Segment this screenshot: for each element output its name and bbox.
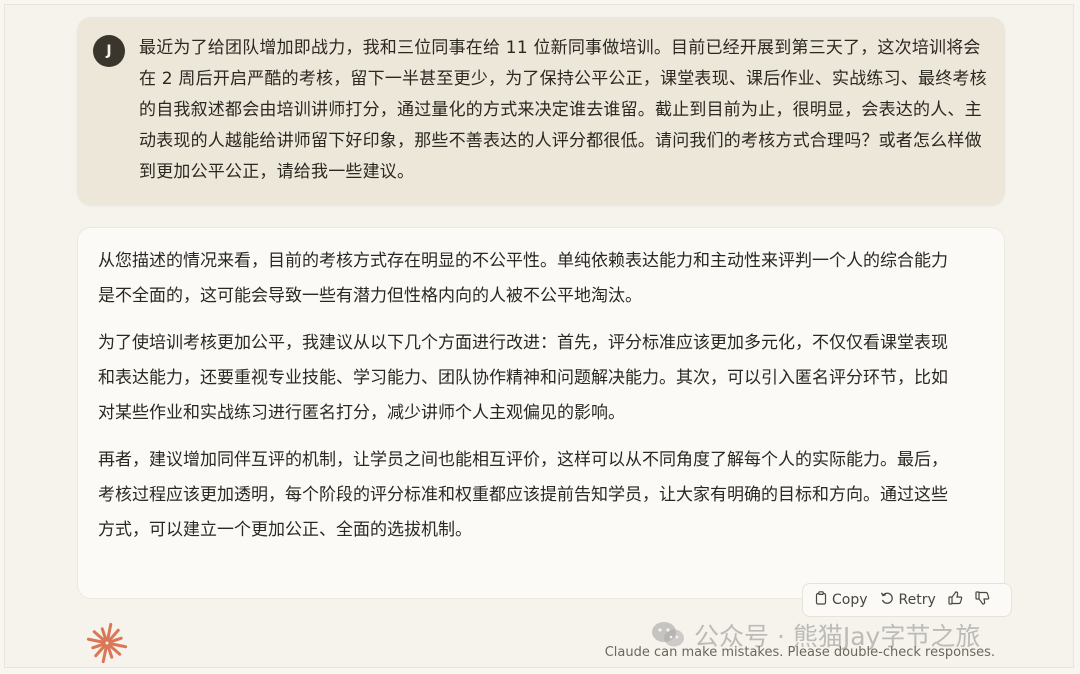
thumbs-up-icon <box>948 591 963 609</box>
retry-icon <box>880 591 894 609</box>
assistant-paragraph: 再者，建议增加同伴互评的机制，让学员之间也能相互评价，这样可以从不同角度了解每个… <box>98 450 948 540</box>
user-avatar[interactable]: J <box>93 35 125 67</box>
assistant-paragraph: 为了使培训考核更加公平，我建议从以下几个方面进行改进：首先，评分标准应该更加多元… <box>98 333 948 423</box>
user-message-text: 最近为了给团队增加即战力，我和三位同事在给 11 位新同事做培训。目前已经开展到… <box>139 38 987 182</box>
thumbs-down-icon <box>975 591 990 609</box>
claude-logo-icon <box>85 621 129 665</box>
message-actions: Copy Retry <box>802 583 1012 617</box>
thumbs-down-button[interactable] <box>975 591 990 609</box>
copy-button[interactable]: Copy <box>815 591 868 609</box>
assistant-paragraph: 从您描述的情况来看，目前的考核方式存在明显的不公平性。单纯依赖表达能力和主动性来… <box>98 251 948 306</box>
retry-button[interactable]: Retry <box>880 591 936 609</box>
assistant-message-text: 从您描述的情况来看，目前的考核方式存在明显的不公平性。单纯依赖表达能力和主动性来… <box>98 244 948 560</box>
user-message: J 最近为了给团队增加即战力，我和三位同事在给 11 位新同事做培训。目前已经开… <box>77 17 1005 205</box>
thumbs-up-button[interactable] <box>948 591 963 609</box>
disclaimer-text: Claude can make mistakes. Please double-… <box>604 645 995 660</box>
retry-label: Retry <box>898 592 936 608</box>
assistant-message: 从您描述的情况来看，目前的考核方式存在明显的不公平性。单纯依赖表达能力和主动性来… <box>77 227 1005 599</box>
copy-label: Copy <box>832 592 868 608</box>
clipboard-icon <box>815 591 827 609</box>
chat-window: J 最近为了给团队增加即战力，我和三位同事在给 11 位新同事做培训。目前已经开… <box>4 4 1074 668</box>
